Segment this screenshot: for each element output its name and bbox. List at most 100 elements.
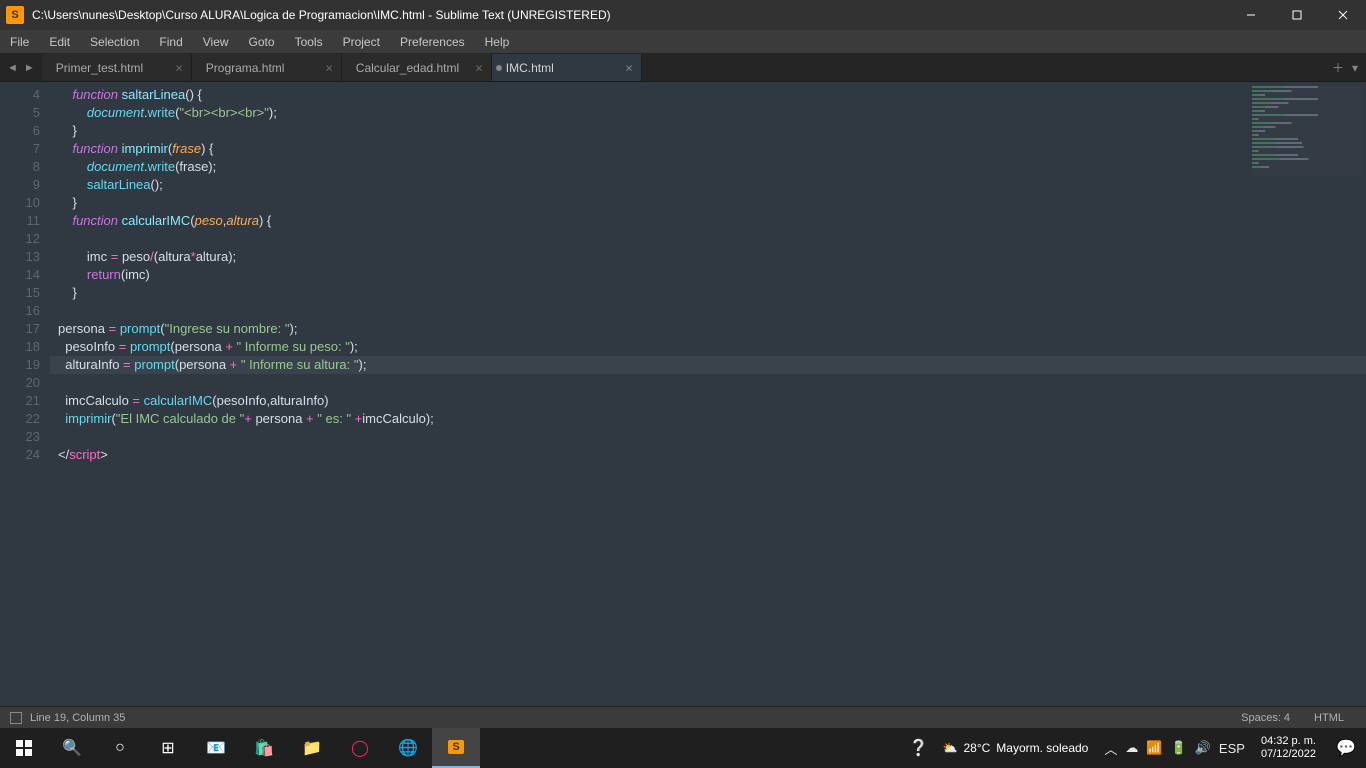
taskbar-clock[interactable]: 04:32 p. m. 07/12/2022 [1251,735,1326,761]
explorer-app-icon[interactable]: 📁 [288,728,336,768]
wifi-tray-icon[interactable]: 📶 [1146,740,1162,756]
menu-help[interactable]: Help [475,30,520,53]
line-number: 10 [0,194,40,212]
menu-view[interactable]: View [193,30,239,53]
editor-area[interactable]: 456789101112131415161718192021222324 fun… [0,82,1366,706]
code-line[interactable]: imprimir("El IMC calculado de "+ persona… [58,410,1366,428]
tab-primer_test-html[interactable]: Primer_test.html × [42,54,192,81]
line-number: 15 [0,284,40,302]
mail-app-icon[interactable]: 📧 [192,728,240,768]
code-line[interactable]: } [58,194,1366,212]
code-line[interactable]: pesoInfo = prompt(persona + " Informe su… [58,338,1366,356]
tab-programa-html[interactable]: Programa.html × [192,54,342,81]
start-button[interactable] [0,728,48,768]
notifications-icon[interactable]: 💬 [1326,728,1366,768]
tab-label: Calcular_edad.html [356,61,459,75]
menu-find[interactable]: Find [149,30,192,53]
onedrive-tray-icon[interactable]: ☁ [1125,740,1138,756]
line-number: 17 [0,320,40,338]
code-line[interactable]: saltarLinea(); [58,176,1366,194]
code-line[interactable]: document.write("<br><br><br>"); [58,104,1366,122]
line-number: 4 [0,86,40,104]
line-number-gutter: 456789101112131415161718192021222324 [0,82,50,706]
code-line[interactable] [58,230,1366,248]
code-line[interactable]: imcCalculo = calcularIMC(pesoInfo,altura… [58,392,1366,410]
menu-selection[interactable]: Selection [80,30,149,53]
line-number: 5 [0,104,40,122]
menu-file[interactable]: File [0,30,39,53]
tab-label: Primer_test.html [56,61,143,75]
code-line[interactable]: function imprimir(frase) { [58,140,1366,158]
tab-menu-icon[interactable]: ▾ [1352,61,1358,75]
menu-project[interactable]: Project [333,30,390,53]
language-indicator[interactable]: ESP [1219,741,1245,756]
status-panel-icon[interactable] [10,712,22,724]
tab-close-icon[interactable]: × [475,60,483,75]
tab-close-icon[interactable]: × [625,60,633,75]
code-line[interactable]: </script> [58,446,1366,464]
code-line[interactable]: alturaInfo = prompt(persona + " Informe … [58,356,1366,374]
edge-app-icon[interactable]: 🌐 [384,728,432,768]
status-syntax[interactable]: HTML [1302,712,1356,724]
status-cursor-position: Line 19, Column 35 [30,712,125,724]
tab-close-icon[interactable]: × [175,60,183,75]
status-indent[interactable]: Spaces: 4 [1229,712,1302,724]
code-line[interactable] [58,302,1366,320]
menu-bar: FileEditSelectionFindViewGotoToolsProjec… [0,30,1366,54]
window-title: C:\Users\nunes\Desktop\Curso ALURA\Logic… [30,8,1228,22]
code-line[interactable] [58,428,1366,446]
weather-text: Mayorm. soleado [996,741,1088,755]
line-number: 13 [0,248,40,266]
line-number: 11 [0,212,40,230]
line-number: 20 [0,374,40,392]
code-line[interactable]: } [58,284,1366,302]
opera-app-icon[interactable]: ◯ [336,728,384,768]
weather-widget[interactable]: ⛅ 28°C Mayorm. soleado [933,741,1099,755]
line-number: 7 [0,140,40,158]
tab-imc-html[interactable]: IMC.html × [492,54,642,81]
code-line[interactable]: persona = prompt("Ingrese su nombre: "); [58,320,1366,338]
app-icon: S [6,6,24,24]
menu-edit[interactable]: Edit [39,30,80,53]
tab-label: Programa.html [206,61,285,75]
sublime-app-icon[interactable]: S [432,728,480,768]
code-line[interactable] [58,374,1366,392]
battery-tray-icon[interactable]: 🔋 [1171,740,1187,756]
code-line[interactable]: return(imc) [58,266,1366,284]
help-tray-icon[interactable]: ❔ [905,728,933,768]
tray-chevron-icon[interactable]: ︿ [1104,739,1117,758]
code-line[interactable]: function calcularIMC(peso,altura) { [58,212,1366,230]
cortana-icon[interactable]: ○ [96,728,144,768]
code-editor[interactable]: function saltarLinea() { document.write(… [50,82,1366,706]
tab-nav-back-icon[interactable]: ◄ [4,62,21,74]
line-number: 14 [0,266,40,284]
line-number: 8 [0,158,40,176]
menu-goto[interactable]: Goto [239,30,285,53]
status-bar: Line 19, Column 35 Spaces: 4 HTML [0,706,1366,728]
tab-close-icon[interactable]: × [325,60,333,75]
line-number: 6 [0,122,40,140]
clock-time: 04:32 p. m. [1261,735,1316,748]
tab-calcular_edad-html[interactable]: Calcular_edad.html × [342,54,492,81]
code-line[interactable]: function saltarLinea() { [58,86,1366,104]
line-number: 18 [0,338,40,356]
search-icon[interactable]: 🔍 [48,728,96,768]
close-button[interactable] [1320,0,1366,30]
new-tab-icon[interactable]: ＋ [1332,59,1344,76]
store-app-icon[interactable]: 🛍️ [240,728,288,768]
tab-nav-forward-icon[interactable]: ► [21,62,38,74]
code-line[interactable]: document.write(frase); [58,158,1366,176]
minimize-button[interactable] [1228,0,1274,30]
menu-preferences[interactable]: Preferences [390,30,475,53]
volume-tray-icon[interactable]: 🔊 [1195,740,1211,756]
menu-tools[interactable]: Tools [285,30,333,53]
tab-label: IMC.html [506,61,554,75]
code-line[interactable]: } [58,122,1366,140]
weather-temp: 28°C [963,741,990,755]
task-view-icon[interactable]: ⊞ [144,728,192,768]
weather-icon: ⛅ [943,741,958,755]
maximize-button[interactable] [1274,0,1320,30]
clock-date: 07/12/2022 [1261,748,1316,761]
line-number: 12 [0,230,40,248]
code-line[interactable]: imc = peso/(altura*altura); [58,248,1366,266]
